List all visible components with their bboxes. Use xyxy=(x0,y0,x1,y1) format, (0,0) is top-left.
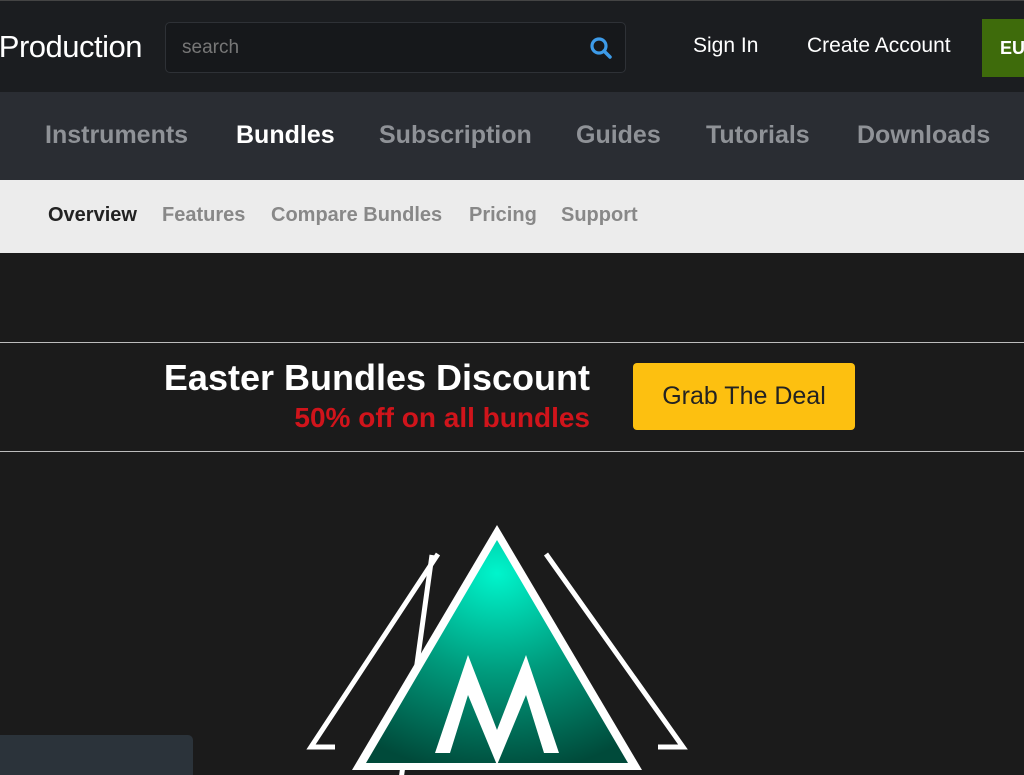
nav-subscription[interactable]: Subscription xyxy=(379,121,532,150)
site-logo[interactable]: Production xyxy=(0,29,143,65)
subnav-overview[interactable]: Overview xyxy=(48,204,137,227)
subnav-pricing[interactable]: Pricing xyxy=(469,204,537,227)
subnav-features[interactable]: Features xyxy=(162,204,245,227)
currency-button[interactable]: EU xyxy=(982,19,1024,77)
banner-divider-top xyxy=(0,342,1024,343)
nav-instruments[interactable]: Instruments xyxy=(45,121,188,150)
sub-nav: Overview Features Compare Bundles Pricin… xyxy=(0,180,1024,253)
banner-title: Easter Bundles Discount xyxy=(163,357,590,398)
search-box xyxy=(165,22,626,73)
banner-divider-bottom xyxy=(0,451,1024,452)
banner-subtitle: 50% off on all bundles xyxy=(294,402,590,433)
chat-widget[interactable] xyxy=(0,735,193,775)
top-bar: Production Sign In Create Account EU xyxy=(0,0,1024,92)
subnav-support[interactable]: Support xyxy=(561,204,638,227)
subnav-compare-bundles[interactable]: Compare Bundles xyxy=(271,204,442,227)
nav-guides[interactable]: Guides xyxy=(576,121,661,150)
search-input[interactable] xyxy=(182,35,572,61)
create-account-link[interactable]: Create Account xyxy=(807,34,951,58)
search-icon[interactable] xyxy=(589,36,613,60)
main-nav: Instruments Bundles Subscription Guides … xyxy=(0,92,1024,180)
nav-downloads[interactable]: Downloads xyxy=(857,121,990,150)
sign-in-link[interactable]: Sign In xyxy=(693,34,758,58)
nav-tutorials[interactable]: Tutorials xyxy=(706,121,810,150)
grab-deal-button[interactable]: Grab The Deal xyxy=(633,363,855,430)
mountain-m-logo xyxy=(306,525,688,775)
nav-bundles[interactable]: Bundles xyxy=(236,121,335,150)
